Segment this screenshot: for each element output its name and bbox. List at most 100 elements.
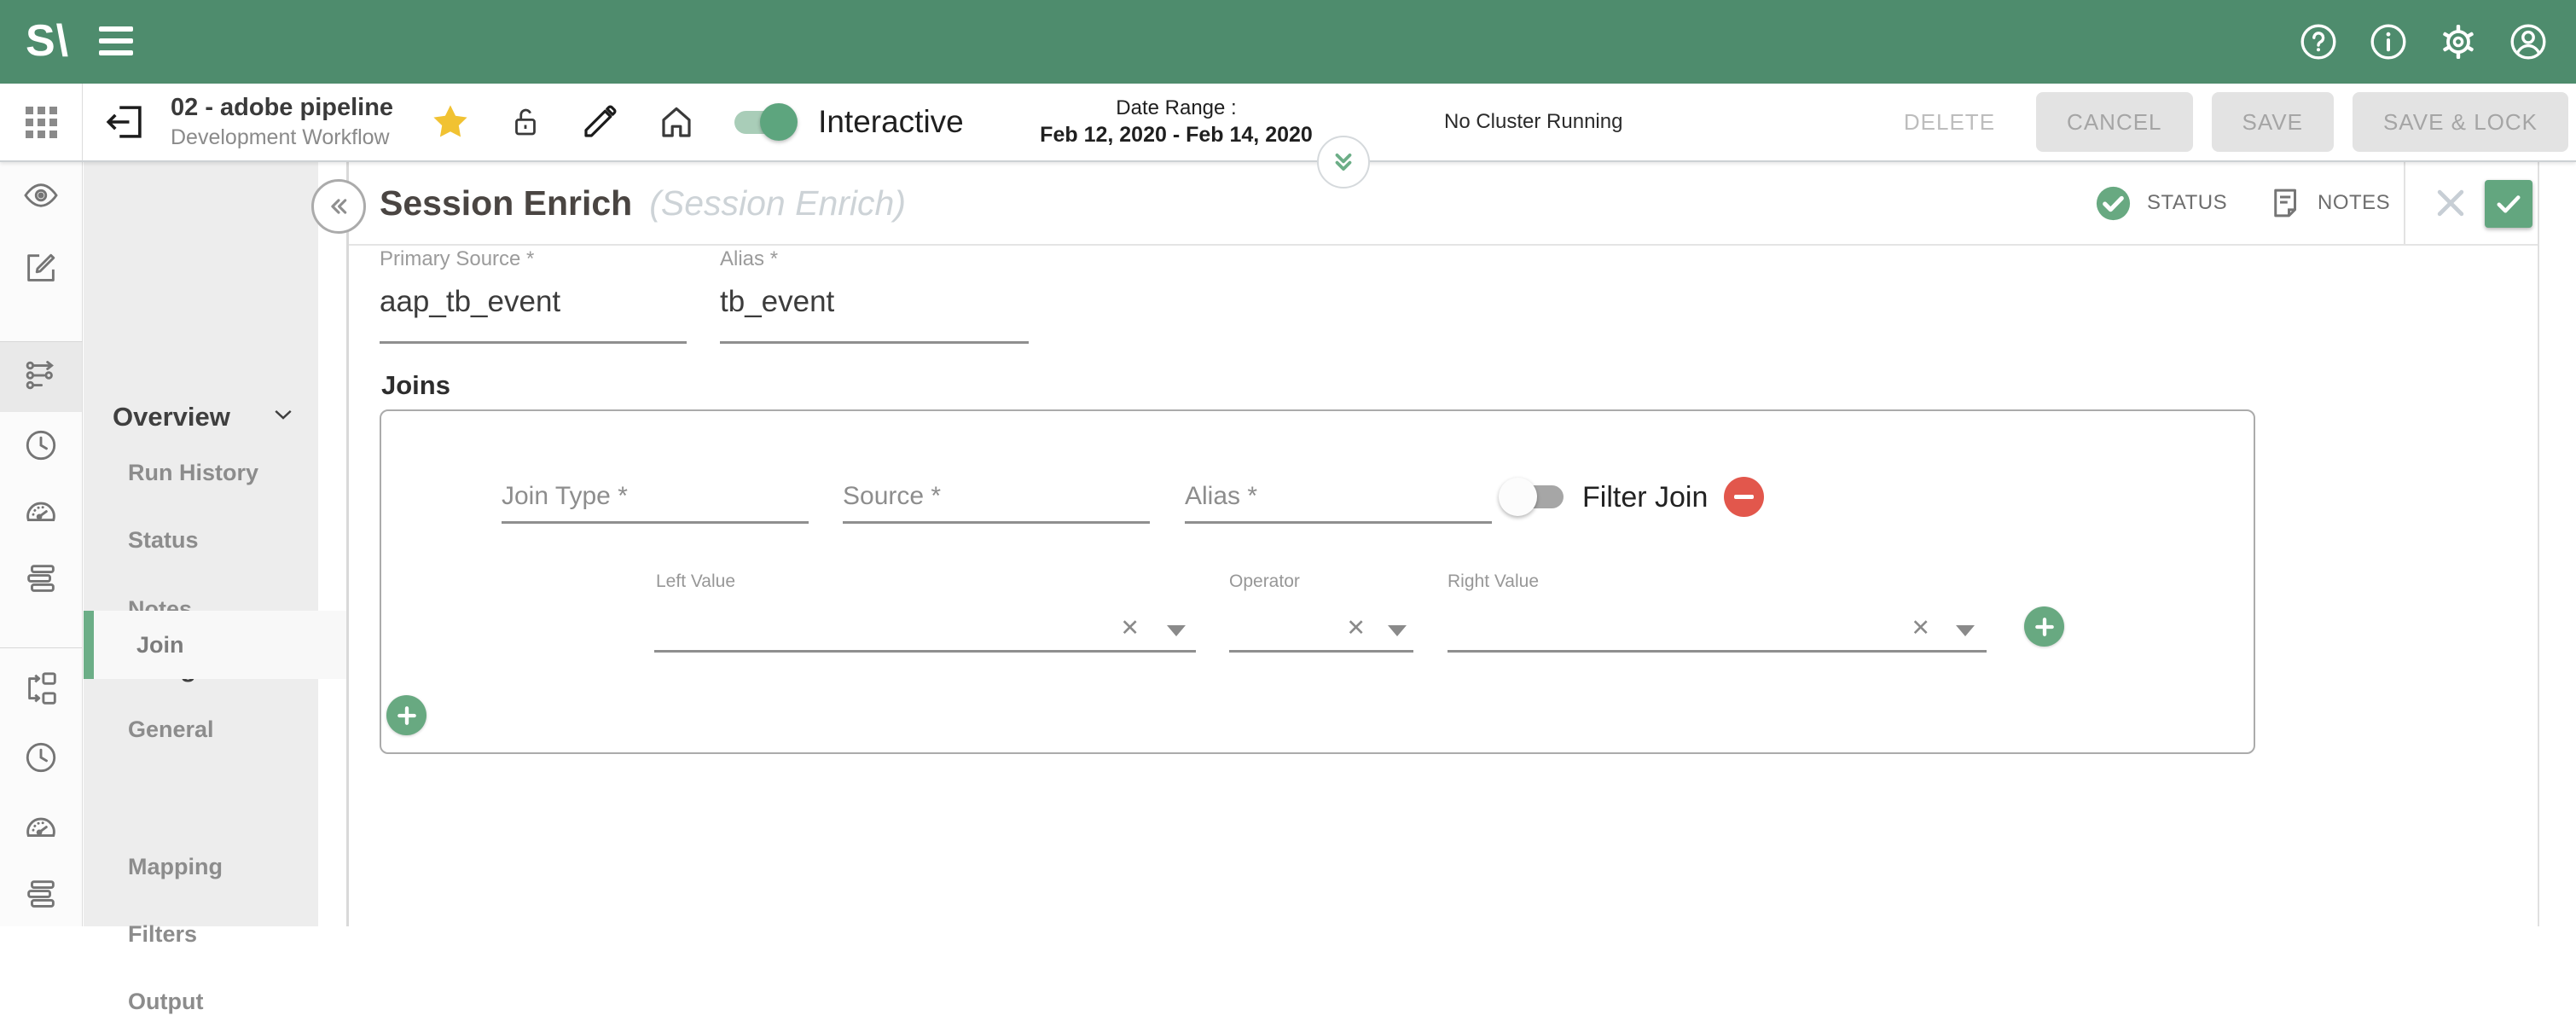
item-label: Output <box>128 989 203 1015</box>
joins-box: Join Type * Source * Alias * Filter Join… <box>380 409 2255 754</box>
clear-right-value-icon[interactable]: ✕ <box>1911 617 1930 640</box>
operator-select[interactable]: ✕ <box>1229 603 1413 653</box>
toolbar-buttons: DELETE CANCEL SAVE SAVE & LOCK <box>1882 84 2568 160</box>
minus-icon <box>1734 495 1754 499</box>
left-value-label: Left Value <box>656 572 735 592</box>
save-lock-button[interactable]: SAVE & LOCK <box>2353 92 2568 152</box>
operator-label: Operator <box>1229 572 1300 592</box>
section-label: Overview <box>113 402 230 432</box>
join-type-input[interactable]: Join Type * <box>502 471 809 524</box>
join-alias-input[interactable]: Alias * <box>1185 471 1492 524</box>
remove-join-button[interactable] <box>1724 477 1764 517</box>
check-icon <box>2493 189 2524 219</box>
hamburger-menu-icon[interactable] <box>99 24 136 58</box>
unlock-icon[interactable] <box>508 104 543 140</box>
alias-field[interactable]: Alias * tb_event <box>720 247 1029 344</box>
notes-doc-icon <box>2268 185 2304 221</box>
notes-button[interactable]: NOTES <box>2268 162 2390 244</box>
join-source-input[interactable]: Source * <box>843 471 1150 524</box>
header-actions <box>2298 0 2549 84</box>
user-avatar-icon[interactable] <box>2508 21 2549 62</box>
sidebar-item-filters[interactable]: Filters <box>84 908 318 960</box>
clear-operator-icon[interactable]: ✕ <box>1346 617 1366 640</box>
item-label: Mapping <box>128 854 223 880</box>
cancel-button[interactable]: CANCEL <box>2036 92 2192 152</box>
status-gauge-icon[interactable] <box>0 489 82 533</box>
alias-value: tb_event <box>720 285 1029 319</box>
alias-label: Alias * <box>720 247 1029 271</box>
collapse-sidebar-button[interactable] <box>311 179 366 234</box>
dropdown-caret-icon[interactable] <box>1388 625 1407 636</box>
sidebar-item-output[interactable]: Output <box>84 976 318 1027</box>
home-icon[interactable] <box>656 102 697 142</box>
sidebar-item-run-history[interactable]: Run History <box>84 447 318 498</box>
pipeline-subtitle: Development Workflow <box>171 125 393 150</box>
status-button[interactable]: STATUS <box>2093 162 2227 244</box>
date-range-value: Feb 12, 2020 - Feb 14, 2020 <box>1040 123 1313 148</box>
pipeline-title: 02 - adobe pipeline <box>171 94 393 122</box>
sidebar-item-mapping[interactable]: Mapping <box>84 841 318 892</box>
confirm-check-button[interactable] <box>2485 180 2532 228</box>
pipeline-config-icon[interactable] <box>0 353 82 397</box>
sidebar-item-general[interactable]: General <box>84 704 318 755</box>
save-button[interactable]: SAVE <box>2212 92 2334 152</box>
notes-label: NOTES <box>2318 191 2390 215</box>
left-value-select[interactable]: ✕ <box>654 603 1196 653</box>
settings-gear-icon[interactable] <box>2438 21 2479 62</box>
sidebar-item-status[interactable]: Status <box>84 514 318 566</box>
panel-subtitle: (Session Enrich) <box>649 183 906 223</box>
joins-heading: Joins <box>381 370 450 401</box>
join-config-panel: Session Enrich (Session Enrich) STATUS N… <box>349 162 2539 926</box>
config-sidebar: Overview Run History Status Notes Config… <box>84 162 318 926</box>
filter-join-toggle[interactable] <box>1499 474 1567 519</box>
item-label: Status <box>128 527 199 554</box>
app-header: S\ <box>0 0 2576 84</box>
preview-eye-icon[interactable] <box>0 173 82 218</box>
clear-left-value-icon[interactable]: ✕ <box>1120 617 1140 640</box>
header-divider <box>2404 162 2405 244</box>
status-check-circle-icon <box>2093 183 2133 223</box>
right-value-select[interactable]: ✕ <box>1448 603 1987 653</box>
icon-rail <box>0 162 83 926</box>
close-icon[interactable] <box>2432 184 2469 222</box>
primary-source-label: Primary Source * <box>380 247 687 271</box>
plus-icon <box>2034 616 2056 638</box>
sidebar-item-join-selected[interactable]: Join <box>84 611 346 679</box>
metrics-gauge-icon[interactable] <box>0 804 82 849</box>
item-label: Join <box>84 632 184 659</box>
panel-header: Session Enrich (Session Enrich) STATUS N… <box>349 162 2538 246</box>
add-join-button[interactable] <box>386 695 426 735</box>
primary-source-field[interactable]: Primary Source * aap_tb_event <box>380 247 687 344</box>
add-condition-button[interactable] <box>2024 606 2064 647</box>
alias-placeholder: Alias * <box>1185 482 1257 511</box>
edit-workflow-icon[interactable] <box>0 246 82 290</box>
notes-stack-icon[interactable] <box>0 556 82 601</box>
date-range[interactable]: Date Range : Feb 12, 2020 - Feb 14, 2020 <box>1040 96 1313 148</box>
workflow-flow-icon[interactable] <box>0 666 82 711</box>
filter-join-label: Filter Join <box>1582 481 1708 514</box>
run-history-clock-icon[interactable] <box>0 423 82 467</box>
sidebar-section-overview[interactable]: Overview <box>84 392 318 443</box>
item-label: General <box>128 717 214 743</box>
help-icon[interactable] <box>2298 21 2339 62</box>
interactive-toggle[interactable] <box>733 102 799 142</box>
cluster-status: No Cluster Running <box>1444 110 1622 134</box>
interactive-label: Interactive <box>818 104 964 140</box>
collapse-toolbar-button[interactable] <box>1317 136 1370 189</box>
favorite-star-icon[interactable] <box>429 101 472 143</box>
apps-grid-icon[interactable] <box>0 84 83 160</box>
date-range-label: Date Range : <box>1040 96 1313 120</box>
exit-pipeline-icon[interactable] <box>102 99 148 145</box>
logs-stack-icon[interactable] <box>0 872 82 916</box>
sidebar-scrollbar-gutter[interactable] <box>318 162 346 926</box>
history-clock-icon[interactable] <box>0 735 82 780</box>
delete-button[interactable]: DELETE <box>1882 92 2017 152</box>
app-logo: S\ <box>26 15 69 67</box>
source-placeholder: Source * <box>843 482 941 511</box>
plus-icon <box>396 705 418 727</box>
dropdown-caret-icon[interactable] <box>1956 625 1975 636</box>
info-icon[interactable] <box>2368 21 2409 62</box>
double-chevron-left-icon <box>322 190 355 223</box>
edit-pencil-icon[interactable] <box>579 102 620 142</box>
dropdown-caret-icon[interactable] <box>1167 625 1186 636</box>
